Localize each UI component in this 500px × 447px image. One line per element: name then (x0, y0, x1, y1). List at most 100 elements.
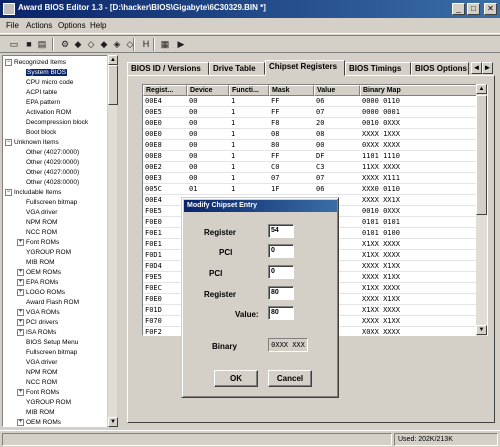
table-cell[interactable]: 01 (187, 184, 229, 195)
table-cell[interactable]: 0010 0XXX (360, 118, 477, 129)
run-icon[interactable]: ▶ (175, 38, 187, 50)
table-cell[interactable]: XXXX 1XXX (360, 129, 477, 140)
table-cell[interactable]: 07 (314, 107, 360, 118)
table-cell[interactable]: X1XX XXXX (360, 305, 477, 316)
tree-item[interactable]: System BIOS (26, 68, 68, 78)
table-cell[interactable]: 0000 0110 (360, 96, 477, 107)
table-cell[interactable]: 00 (187, 140, 229, 151)
expand-icon[interactable]: + (17, 278, 24, 286)
cancel-button[interactable]: Cancel (268, 370, 312, 387)
table-cell[interactable]: 00 (187, 162, 229, 173)
tree-item[interactable]: CPU micro code (26, 78, 73, 88)
table-cell[interactable]: C0 (269, 162, 314, 173)
tab-drive-table[interactable]: Drive Table (209, 62, 265, 75)
table-cell[interactable]: 06 (314, 96, 360, 107)
tree-item[interactable]: EPA pattern (26, 98, 60, 108)
tree-item[interactable]: YGROUP ROM (26, 398, 71, 408)
table-cell[interactable]: X1XX XXXX (360, 283, 477, 294)
tree-item[interactable]: Fullscreen bitmap (26, 198, 77, 208)
table-cell[interactable]: 06 (314, 184, 360, 195)
mask-input[interactable]: 80 (268, 286, 294, 300)
table-cell[interactable]: 80 (269, 140, 314, 151)
table-cell[interactable]: 00E0 (143, 118, 187, 129)
column-header[interactable]: Functi... (229, 85, 269, 96)
table-cell[interactable]: F8 (269, 118, 314, 129)
tree-item[interactable]: + PCI drivers (17, 318, 58, 328)
tree-item[interactable]: Fullscreen bitmap (26, 348, 77, 358)
maximize-button[interactable]: □ (467, 3, 480, 15)
table-cell[interactable]: 00E4 (143, 96, 187, 107)
table-cell[interactable]: X1XX XXXX (360, 239, 477, 250)
table-cell[interactable]: 1F (269, 184, 314, 195)
tree-item[interactable]: BIOS Setup Menu (26, 338, 78, 348)
expand-icon[interactable]: + (17, 388, 24, 396)
hex-icon[interactable]: H (140, 38, 152, 50)
table-cell[interactable]: 00 (187, 96, 229, 107)
tree-item[interactable]: ACPI table (26, 88, 57, 98)
table-cell[interactable]: 1 (229, 96, 269, 107)
tab-bios-options[interactable]: BIOS Options (411, 62, 469, 75)
table-cell[interactable]: 0101 0101 (360, 217, 477, 228)
table-cell[interactable]: 1 (229, 173, 269, 184)
table-cell[interactable]: XXXX X1XX (360, 272, 477, 283)
tree-item[interactable]: Activation ROM (26, 108, 71, 118)
expand-icon[interactable]: + (17, 238, 24, 246)
tree-item[interactable]: + Font ROMs (17, 388, 59, 398)
tree-item[interactable]: Boot block (26, 128, 56, 138)
extract-icon[interactable]: ◇ (85, 38, 97, 50)
scroll-thumb[interactable] (476, 95, 487, 215)
tree-item[interactable]: MIB ROM (26, 408, 55, 418)
table-cell[interactable]: XXXX X1XX (360, 261, 477, 272)
tree-scrollbar[interactable]: ▲ ▼ (107, 55, 118, 427)
table-cell[interactable]: 00E3 (143, 173, 187, 184)
expand-icon[interactable]: + (17, 318, 24, 326)
tree-item[interactable]: + ISA ROMs (17, 328, 56, 338)
scroll-down-icon[interactable]: ▼ (476, 325, 487, 335)
tree-item[interactable]: NPM ROM (26, 368, 57, 378)
table-cell[interactable]: FF (269, 107, 314, 118)
table-cell[interactable]: X0XX XXXX (360, 327, 477, 335)
collapse-icon[interactable]: − (5, 188, 12, 196)
table-cell[interactable]: XXXX X111 (360, 173, 477, 184)
tree-group[interactable]: − Recognized Items (5, 58, 66, 68)
table-cell[interactable]: FF (269, 151, 314, 162)
tab-bios-id-versions[interactable]: BIOS ID / Versions (127, 62, 209, 75)
tab-chipset-registers[interactable]: Chipset Registers (265, 60, 345, 76)
expand-icon[interactable]: + (17, 288, 24, 296)
menu-options[interactable]: Options (58, 21, 86, 30)
table-cell[interactable]: 0101 0100 (360, 228, 477, 239)
table-cell[interactable]: 1 (229, 107, 269, 118)
table-cell[interactable]: 00 (187, 151, 229, 162)
table-cell[interactable]: 1101 1110 (360, 151, 477, 162)
column-header[interactable]: Device (187, 85, 229, 96)
pci-device-input[interactable]: 0 (268, 244, 294, 258)
column-header[interactable]: Mask (269, 85, 314, 96)
tree-item[interactable]: Award Flash ROM (26, 298, 79, 308)
menu-file[interactable]: File (6, 21, 19, 30)
title-bar[interactable]: Award BIOS Editor 1.3 - [D:\hacker\BIOS\… (0, 0, 500, 18)
menu-actions[interactable]: Actions (26, 21, 52, 30)
tree-item[interactable]: NCC ROM (26, 228, 57, 238)
tree-item[interactable]: Other (4027:0000) (26, 148, 79, 158)
column-header[interactable]: Binary Map (360, 85, 477, 96)
expand-icon[interactable]: + (17, 328, 24, 336)
expand-icon[interactable]: + (17, 308, 24, 316)
save-icon[interactable]: ■ (23, 38, 35, 50)
table-cell[interactable]: 1 (229, 129, 269, 140)
tree-item[interactable]: VGA driver (26, 208, 57, 218)
close-button[interactable]: ✕ (484, 3, 497, 15)
table-cell[interactable]: X1XX XXXX (360, 250, 477, 261)
table-cell[interactable]: FF (269, 96, 314, 107)
table-cell[interactable]: 00 (187, 129, 229, 140)
ok-button[interactable]: OK (214, 370, 258, 387)
expand-icon[interactable]: + (17, 418, 24, 426)
open-icon[interactable]: ▭ (8, 38, 20, 50)
table-cell[interactable]: 00E0 (143, 129, 187, 140)
tree-item[interactable]: Other (4027:0000) (26, 168, 79, 178)
collapse-icon[interactable]: − (5, 58, 12, 66)
expand-icon[interactable]: + (17, 268, 24, 276)
value-input[interactable]: 80 (268, 306, 294, 320)
table-cell[interactable]: 1 (229, 162, 269, 173)
tree-item[interactable]: YGROUP ROM (26, 248, 71, 258)
table-cell[interactable]: 1 (229, 118, 269, 129)
